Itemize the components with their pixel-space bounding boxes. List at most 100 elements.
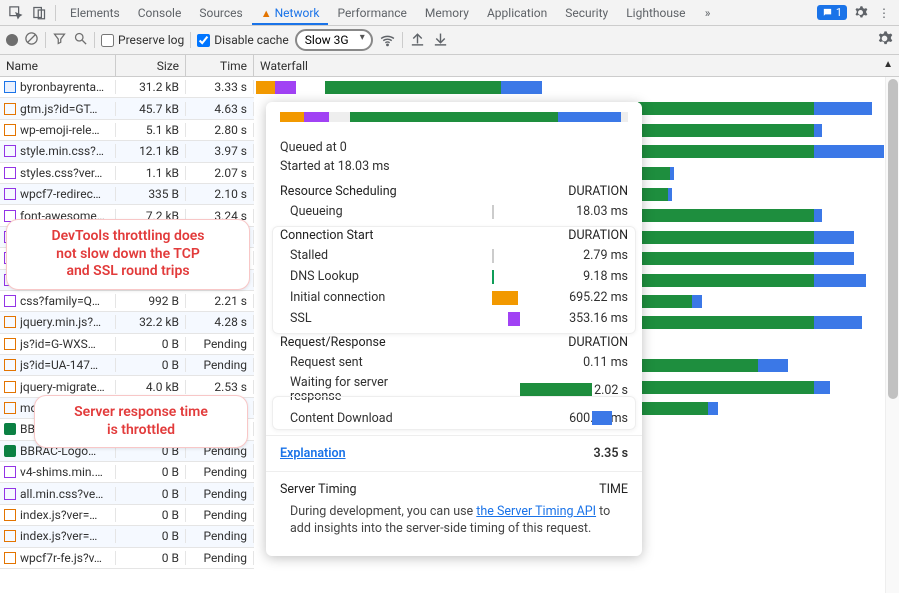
device-toolbar-icon[interactable] [28,2,50,24]
request-size: 0 B [116,551,186,565]
table-row[interactable]: styles.css?ver…1.1 kB2.07 s [0,163,254,184]
table-row[interactable]: js?id=G-WXS… 0 BPending [0,334,254,355]
request-size: 335 B [116,187,186,201]
table-row[interactable]: js?id=UA-147…0 BPending [0,355,254,376]
separator [55,5,56,21]
search-icon[interactable] [73,31,88,49]
file-type-icon [4,188,16,200]
request-time: 3.33 s [186,80,254,94]
tab-sources[interactable]: Sources [190,1,251,25]
file-type-icon [4,316,16,328]
request-size: 0 B [116,337,186,351]
table-row[interactable]: byronbayrenta…31.2 kB3.33 s [0,77,254,98]
started-line: Started at 18.03 ms [266,159,642,178]
settings-gear-icon[interactable] [849,2,871,24]
waterfall-row[interactable] [254,77,885,98]
request-size: 0 B [116,508,186,522]
request-name: js?id=UA-147… [20,358,98,372]
col-name-header[interactable]: Name [0,55,116,76]
tab-lighthouse[interactable]: Lighthouse [617,1,694,25]
file-type-icon [4,81,16,93]
file-type-icon [4,124,16,136]
request-size: 45.7 kB [116,102,186,116]
table-row[interactable]: index.js?ver=…0 BPending [0,526,254,547]
network-conditions-icon[interactable] [379,30,396,50]
file-type-icon [4,381,16,393]
request-time: 2.21 s [186,294,254,308]
table-row[interactable]: gtm.js?id=GT…45.7 kB4.63 s [0,98,254,119]
table-row[interactable]: style.min.css?…12.1 kB3.97 s [0,141,254,162]
tab-security[interactable]: Security [556,1,617,25]
table-row[interactable]: css?family=Q…992 B2.21 s [0,291,254,312]
disable-cache-checkbox[interactable]: Disable cache [197,33,289,47]
upload-har-icon[interactable] [409,30,426,50]
request-time: Pending [186,508,254,522]
request-size: 31.2 kB [116,80,186,94]
table-row[interactable]: all.min.css?ve…0 BPending [0,483,254,504]
messages-badge[interactable]: 1 [817,5,847,20]
server-timing-api-link[interactable]: the Server Timing API [476,504,596,519]
warning-icon: ▲ [261,7,272,20]
col-time-header[interactable]: Time [186,55,254,76]
preserve-log-label: Preserve log [118,33,184,47]
panel-settings-gear-icon[interactable] [876,30,893,50]
request-name: wpcf7r-fe.js?v… [20,551,102,565]
request-name: wp-emoji-rele… [20,123,100,137]
request-size: 5.1 kB [116,123,186,137]
explanation-link[interactable]: Explanation [280,446,346,461]
tab-performance[interactable]: Performance [328,1,415,25]
table-row[interactable]: v4-shims.min.…0 BPending [0,462,254,483]
more-tabs-icon[interactable]: » [697,2,719,24]
network-toolbar: Preserve log Disable cache Slow 3G [0,26,899,55]
request-size: 992 B [116,294,186,308]
preserve-log-checkbox[interactable]: Preserve log [101,33,184,47]
request-name: gtm.js?id=GT… [20,102,97,116]
summary-bar [280,112,628,122]
request-name: js?id=G-WXS… [20,337,96,351]
file-type-icon [4,145,16,157]
inspect-element-icon[interactable] [4,2,26,24]
file-type-icon [4,466,16,478]
request-time: 2.10 s [186,187,254,201]
filter-icon[interactable] [52,31,67,49]
tab-memory[interactable]: Memory [416,1,478,25]
download-har-icon[interactable] [432,30,449,50]
request-time: 3.97 s [186,144,254,158]
request-time: 2.07 s [186,166,254,180]
tab-elements[interactable]: Elements [61,1,129,25]
tab-network[interactable]: ▲Network [252,1,329,25]
clear-icon[interactable] [24,31,39,49]
timing-popover: Queued at 0 Started at 18.03 ms Resource… [266,102,642,556]
col-size-header[interactable]: Size [116,55,186,76]
separator [45,32,46,48]
table-row[interactable]: wpcf7-redirec…335 B2.10 s [0,184,254,205]
kebab-menu-icon[interactable]: ⋮ [873,2,895,24]
separator [190,32,191,48]
tab-application[interactable]: Application [478,1,556,25]
file-type-icon [4,552,16,564]
messages-count: 1 [836,6,842,19]
separator [94,32,95,48]
file-type-icon [4,295,16,307]
table-row[interactable]: wp-emoji-rele…5.1 kB2.80 s [0,120,254,141]
request-size: 32.2 kB [116,315,186,329]
request-size: 12.1 kB [116,144,186,158]
file-type-icon [4,103,16,115]
request-size: 0 B [116,358,186,372]
vertical-scrollbar[interactable] [885,77,899,593]
throttling-select[interactable]: Slow 3G [295,29,373,51]
columns-header: Name Size Time Waterfall ▲ [0,55,899,77]
table-row[interactable]: wpcf7r-fe.js?v… 0 BPending [0,548,254,569]
file-type-icon [4,445,16,457]
tab-console[interactable]: Console [129,1,191,25]
request-name: jquery.min.js?… [20,315,101,329]
request-size: 0 B [116,487,186,501]
annotation-response-note: Server response timeis throttled [34,395,248,448]
record-icon[interactable] [6,34,18,46]
col-waterfall-header[interactable]: Waterfall ▲ [254,55,899,76]
table-row[interactable]: index.js?ver=…0 BPending [0,505,254,526]
request-time: Pending [186,551,254,565]
request-time: Pending [186,337,254,351]
request-time: 4.28 s [186,315,254,329]
table-row[interactable]: jquery.min.js?… 32.2 kB4.28 s [0,312,254,333]
